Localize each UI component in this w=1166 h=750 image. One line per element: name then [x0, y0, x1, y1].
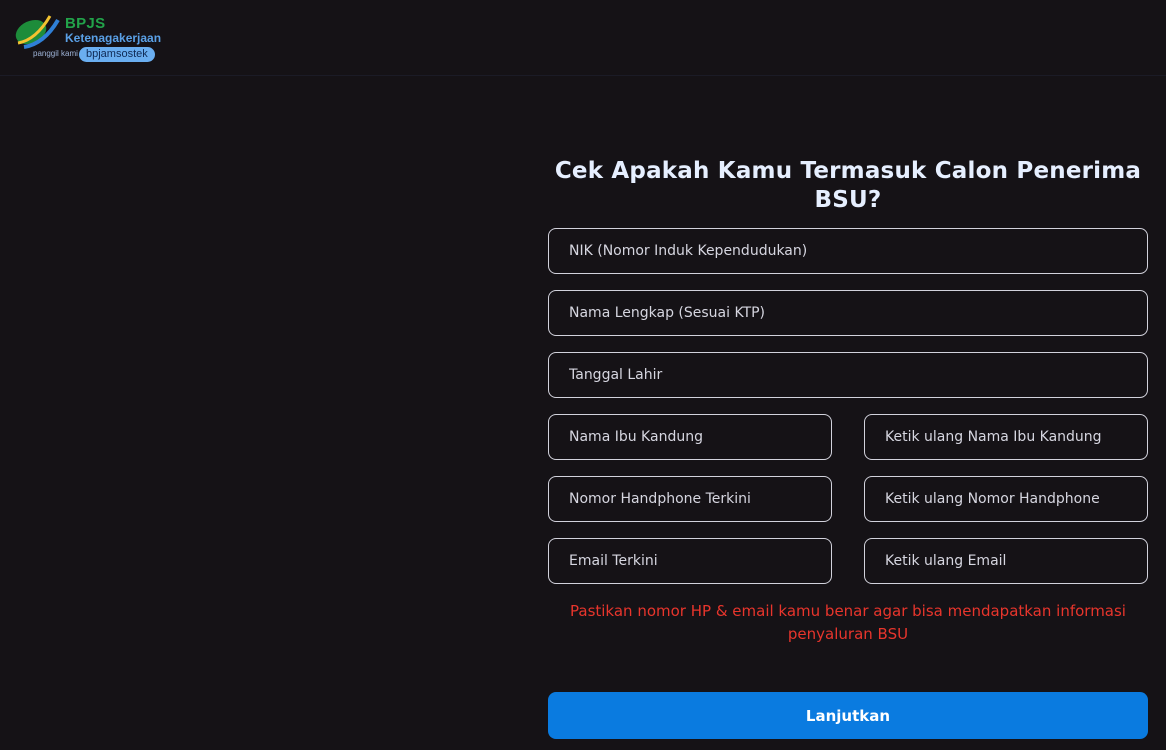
bpjs-logo[interactable]: BPJS Ketenagakerjaan panggil kami bpjams…	[14, 10, 174, 64]
logo-subtitle: Ketenagakerjaan	[65, 31, 162, 45]
handphone-field	[548, 476, 832, 522]
nama-lengkap-input[interactable]	[549, 291, 1147, 335]
nik-field	[548, 228, 1148, 274]
email-field	[548, 538, 832, 584]
ibu-kandung-field	[548, 414, 832, 460]
site-header: BPJS Ketenagakerjaan panggil kami bpjams…	[0, 0, 1166, 76]
ibu-kandung-confirm-input[interactable]	[865, 415, 1147, 459]
tanggal-lahir-input[interactable]	[549, 353, 1147, 397]
logo-pill: bpjamsostek	[79, 47, 155, 62]
form-title: Cek Apakah Kamu Termasuk Calon Penerima …	[554, 158, 1142, 213]
email-confirm-input[interactable]	[865, 539, 1147, 583]
handphone-input[interactable]	[549, 477, 831, 521]
nama-field	[548, 290, 1148, 336]
handphone-confirm-field	[864, 476, 1148, 522]
email-input[interactable]	[549, 539, 831, 583]
contact-warning-text: Pastikan nomor HP & email kamu benar aga…	[570, 602, 1126, 643]
logo-brand-text: BPJS	[65, 15, 106, 32]
ibu-kandung-confirm-field	[864, 414, 1148, 460]
lanjutkan-button[interactable]: Lanjutkan	[548, 692, 1148, 739]
logo-tagline: panggil kami	[33, 49, 78, 58]
email-confirm-field	[864, 538, 1148, 584]
handphone-confirm-input[interactable]	[865, 477, 1147, 521]
nik-input[interactable]	[549, 229, 1147, 273]
bpjs-logo-icon	[15, 15, 60, 49]
ibu-kandung-input[interactable]	[549, 415, 831, 459]
tanggal-lahir-field	[548, 352, 1148, 398]
